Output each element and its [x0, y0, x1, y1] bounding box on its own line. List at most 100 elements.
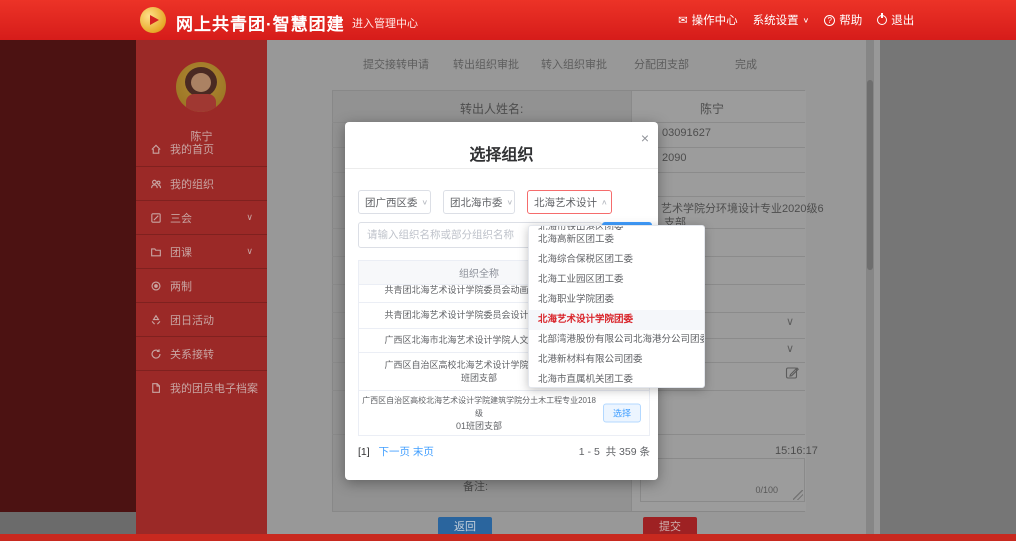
menu-label: 帮助 — [839, 12, 862, 28]
org-dropdown-panel: 北海市铁山港区团委 北海高新区团工委 北海综合保税区团工委 北海工业园区团工委 … — [528, 225, 705, 388]
name-value: 陈宁 — [700, 100, 724, 117]
page-left-background — [0, 40, 136, 512]
resize-handle[interactable] — [793, 490, 803, 500]
league-emblem-logo — [140, 7, 166, 33]
dropdown-item[interactable]: 北海市直属机关团工委 — [529, 370, 704, 388]
org-name-line2: 01班团支部 — [359, 420, 599, 433]
target-icon — [150, 280, 162, 292]
name-label: 转出人姓名: — [460, 100, 523, 117]
sidebar-item-tuanke[interactable]: 团课 ∨ — [136, 234, 267, 268]
page-current[interactable]: [1] — [358, 446, 370, 458]
modal-title: 选择组织 — [345, 141, 658, 165]
avatar — [176, 62, 226, 112]
dropdown-item[interactable]: 北海职业学院团委 — [529, 290, 704, 310]
dropdown-item-selected[interactable]: 北海艺术设计学院团委 — [529, 310, 704, 330]
sidebar-item-label: 我的首页 — [170, 141, 214, 157]
sidebar-item-member-archive[interactable]: 我的团员电子档案 — [136, 370, 267, 404]
sidebar-item-sanhui[interactable]: 三会 ∨ — [136, 200, 267, 234]
sidebar-item-label: 关系接转 — [170, 346, 214, 362]
operation-center-menu[interactable]: ✉ 操作中心 — [678, 12, 738, 28]
step-done: 完成 — [735, 56, 757, 72]
pagination: [1] 下一页 末页 1 - 5 共 359 条 — [358, 444, 650, 459]
refresh-icon — [150, 348, 162, 360]
recycle-icon — [150, 314, 162, 326]
pagination-summary: 1 - 5 共 359 条 — [579, 444, 650, 459]
menu-label: 系统设置 — [753, 12, 799, 28]
select-region-level1[interactable]: 团广西区委 ∨ — [358, 190, 431, 214]
question-icon: ? — [824, 15, 835, 26]
sidebar-item-label: 团日活动 — [170, 312, 214, 328]
pagination-range: 1 - 5 — [579, 446, 600, 458]
page-left-bottom — [0, 512, 136, 534]
chevron-down-icon: ∨ — [246, 212, 253, 223]
char-counter: 0/100 — [755, 485, 778, 495]
select-region-level3[interactable]: 北海艺术设计 ∧ — [527, 190, 612, 214]
home-icon — [150, 143, 162, 155]
avatar-body — [186, 94, 216, 112]
timestamp-value: 15:16:17 — [775, 445, 818, 457]
select-region-level2[interactable]: 团北海市委 ∨ — [443, 190, 515, 214]
remark-label: 备注: — [463, 478, 488, 494]
sidebar-item-liangzhi[interactable]: 两制 — [136, 268, 267, 302]
sidebar-item-label: 我的团员电子档案 — [170, 380, 258, 396]
select-label: 北海艺术设计 — [534, 195, 597, 210]
page-right-background — [880, 40, 1016, 534]
file-icon — [150, 382, 162, 394]
dropdown-item[interactable]: 北海工业园区团工委 — [529, 270, 704, 290]
dropdown-item[interactable]: 北港新材料有限公司团委 — [529, 350, 704, 370]
select-label: 团北海市委 — [450, 195, 503, 210]
remark-textarea[interactable]: 0/100 — [640, 458, 805, 502]
step-out-org-approve: 转出组织审批 — [453, 56, 519, 72]
org-name: 广西区自治区高校北海艺术设计学院建筑学院分土木工程专业2018级 01班团支部 — [359, 394, 599, 433]
table-row[interactable]: 广西区自治区高校北海艺术设计学院建筑学院分土木工程专业2018级 01班团支部 … — [359, 391, 649, 435]
users-icon — [150, 178, 162, 190]
mail-icon: ✉ — [678, 13, 688, 27]
edit-icon — [150, 212, 162, 224]
sidebar-item-label: 团课 — [170, 244, 192, 260]
chevron-down-icon[interactable]: ∨ — [786, 315, 794, 328]
sidebar-item-label: 我的组织 — [170, 176, 214, 192]
org-name-line1: 广西区自治区高校北海艺术设计学院建筑学院分土木工程专业2018级 — [359, 394, 599, 420]
power-icon — [877, 15, 887, 25]
help-menu[interactable]: ? 帮助 — [824, 12, 862, 28]
sidebar-item-relation-transfer[interactable]: 关系接转 — [136, 336, 267, 370]
next-page-link[interactable]: 下一页 — [378, 446, 410, 458]
sidebar-menu: 我的首页 我的组织 三会 ∨ 团课 ∨ 两制 团日活动 关系接转 — [136, 132, 267, 404]
avatar-face — [191, 73, 211, 92]
step-assign-branch: 分配团支部 — [634, 56, 689, 72]
pick-button[interactable]: 选择 — [603, 404, 641, 423]
sidebar-item-home[interactable]: 我的首页 — [136, 132, 267, 166]
pagination-total: 共 359 条 — [606, 446, 650, 458]
step-submit: 提交接转申请 — [363, 56, 429, 72]
chevron-down-icon: ∨ — [803, 16, 810, 25]
app-title: 网上共青团·智慧团建 — [176, 10, 345, 35]
footer-bar — [0, 534, 1016, 541]
form-value-3: 2090 — [662, 152, 686, 164]
step-in-org-approve: 转入组织审批 — [541, 56, 607, 72]
sidebar-item-label: 三会 — [170, 210, 192, 226]
edit-pencil-icon[interactable] — [785, 365, 800, 383]
logout-menu[interactable]: 退出 — [877, 12, 914, 28]
chevron-down-icon[interactable]: ∨ — [786, 342, 794, 355]
menu-label: 退出 — [891, 12, 914, 28]
sidebar-item-tuanri-activity[interactable]: 团日活动 — [136, 302, 267, 336]
menu-label: 操作中心 — [692, 12, 738, 28]
dropdown-item[interactable]: 北部湾港股份有限公司北海港分公司团委 — [529, 330, 704, 350]
chevron-down-icon: ∨ — [422, 198, 429, 207]
modal-divider — [345, 168, 658, 169]
header-menu: ✉ 操作中心 系统设置 ∨ ? 帮助 退出 — [678, 0, 914, 40]
sidebar-item-label: 两制 — [170, 278, 192, 294]
form-value-2: 03091627 — [662, 127, 711, 139]
chevron-up-icon: ∧ — [601, 198, 608, 207]
system-settings-menu[interactable]: 系统设置 ∨ — [753, 12, 810, 28]
sidebar-item-organization[interactable]: 我的组织 — [136, 166, 267, 200]
dropdown-item[interactable]: 北海综合保税区团工委 — [529, 250, 704, 270]
flag-icon — [150, 15, 159, 25]
enter-admin-center-link[interactable]: 进入管理中心 — [352, 15, 418, 31]
chevron-down-icon: ∨ — [507, 198, 514, 207]
last-page-link[interactable]: 末页 — [413, 446, 434, 458]
dropdown-item[interactable]: 北海高新区团工委 — [529, 230, 704, 250]
app-header: 网上共青团·智慧团建 进入管理中心 ✉ 操作中心 系统设置 ∨ ? 帮助 退出 — [0, 0, 1016, 40]
folder-icon — [150, 246, 162, 258]
page-scrollbar-thumb[interactable] — [867, 80, 873, 270]
